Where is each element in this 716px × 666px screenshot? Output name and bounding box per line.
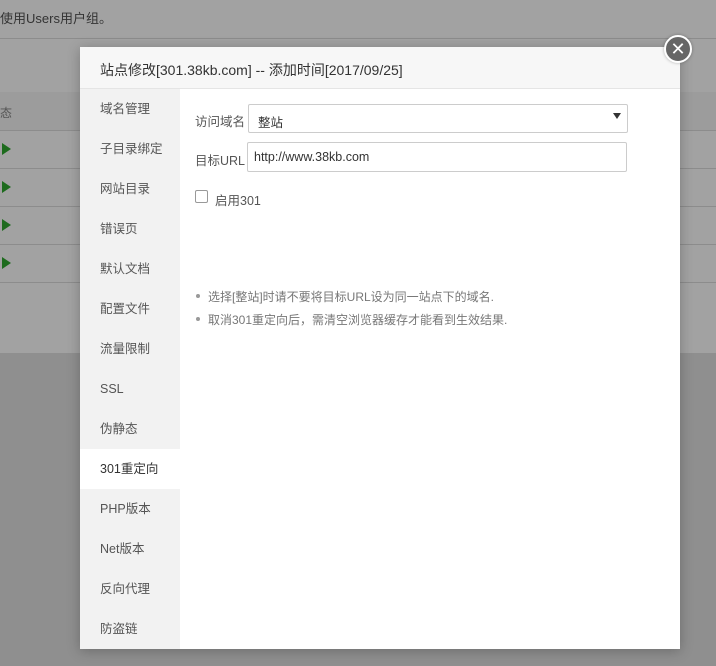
close-icon: ✕ [670,39,686,59]
sidebar-item-traffic-limit[interactable]: 流量限制 [80,329,180,369]
tip-item: 取消301重定向后，需清空浏览器缓存才能看到生效结果. [195,311,507,334]
play-icon[interactable] [2,257,11,269]
target-url-label: 目标URL [195,154,246,168]
site-edit-dialog: 站点修改[301.38kb.com] -- 添加时间[2017/09/25] 域… [80,47,680,649]
sidebar-item-php-version[interactable]: PHP版本 [80,489,180,529]
domain-select-value: 整站 [258,116,284,130]
tips-list: 选择[整站]时请不要将目标URL设为同一站点下的域名. 取消301重定向后，需清… [195,288,507,334]
enable-301-label[interactable]: 启用301 [215,190,261,209]
sidebar-item-hotlink[interactable]: 防盗链 [80,609,180,649]
tip-item: 选择[整站]时请不要将目标URL设为同一站点下的域名. [195,288,507,311]
dialog-title-bar: 站点修改[301.38kb.com] -- 添加时间[2017/09/25] [80,47,680,89]
target-url-input[interactable] [247,142,627,172]
dialog-title: 站点修改[301.38kb.com] -- 添加时间[2017/09/25] [100,62,403,78]
table-header-cell: 态 [0,106,13,120]
dropdown-arrow-icon [613,113,621,119]
sidebar-item-reverse-proxy[interactable]: 反向代理 [80,569,180,609]
divider [0,38,716,39]
play-icon[interactable] [2,143,11,155]
sidebar-item-net-version[interactable]: Net版本 [80,529,180,569]
enable-301-checkbox[interactable] [195,190,208,203]
close-button[interactable]: ✕ [664,35,692,63]
play-icon[interactable] [2,181,11,193]
sidebar-item-site-dir[interactable]: 网站目录 [80,169,180,209]
play-icon[interactable] [2,219,11,231]
sidebar-item-rewrite[interactable]: 伪静态 [80,409,180,449]
background-note: 使用Users用户组。 [0,11,112,26]
sidebar-item-domain[interactable]: 域名管理 [80,89,180,129]
domain-select[interactable]: 整站 [248,104,628,133]
dialog-sidebar: 域名管理 子目录绑定 网站目录 错误页 默认文档 配置文件 流量限制 SSL 伪… [80,89,180,649]
sidebar-item-default-doc[interactable]: 默认文档 [80,249,180,289]
sidebar-item-redirect-301[interactable]: 301重定向 [80,449,180,489]
sidebar-item-subdir[interactable]: 子目录绑定 [80,129,180,169]
sidebar-item-config-file[interactable]: 配置文件 [80,289,180,329]
sidebar-item-error-page[interactable]: 错误页 [80,209,180,249]
domain-label: 访问域名 [195,115,246,129]
sidebar-item-ssl[interactable]: SSL [80,369,180,409]
redirect-panel: 访问域名 整站 目标URL 启用301 选择[整站]时请不要将目标URL设为同一… [180,89,680,649]
